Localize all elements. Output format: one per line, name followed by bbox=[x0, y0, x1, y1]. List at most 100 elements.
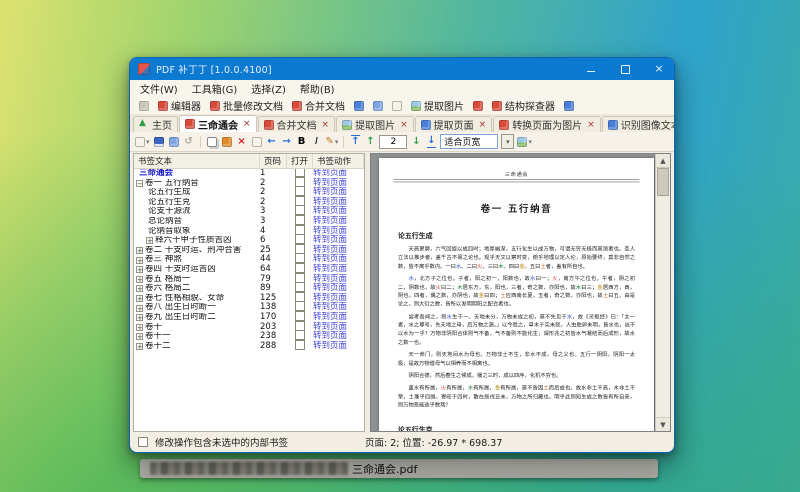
toolbar-button[interactable] bbox=[388, 100, 406, 112]
page-number-input[interactable] bbox=[379, 135, 407, 149]
zoom-select[interactable]: 适合页宽 bbox=[440, 134, 498, 149]
toolbar-button[interactable] bbox=[369, 100, 387, 112]
pdf-preview-area[interactable]: 三命通会 卷一 五行纳音 论五行生成天高寥廓，六气回旋以成四时；地厚幽深，五行化… bbox=[370, 153, 671, 432]
expand-icon[interactable]: + bbox=[136, 257, 143, 264]
italic-button[interactable]: I bbox=[311, 135, 323, 149]
expand-icon[interactable]: + bbox=[136, 305, 143, 312]
expand-icon[interactable]: + bbox=[136, 295, 143, 302]
new-document-button[interactable]: ▾ bbox=[135, 135, 150, 149]
expand-icon[interactable]: + bbox=[136, 314, 143, 321]
toolbar-button[interactable] bbox=[135, 100, 153, 112]
tab-提取页面[interactable]: 提取页面× bbox=[415, 116, 493, 132]
text-color-button[interactable]: ✎▾ bbox=[326, 135, 339, 149]
zoom-dropdown-button[interactable]: ▾ bbox=[501, 134, 514, 149]
scrollbar-thumb[interactable] bbox=[657, 168, 669, 196]
expand-icon[interactable]: + bbox=[136, 285, 143, 292]
expand-icon[interactable]: + bbox=[136, 276, 143, 283]
goto-page-link[interactable]: 转到页面 bbox=[313, 302, 347, 312]
tab-三命通会[interactable]: 三命通会× bbox=[179, 115, 257, 132]
column-header[interactable]: 页码 bbox=[260, 154, 287, 168]
open-checkbox[interactable] bbox=[295, 263, 305, 273]
open-checkbox[interactable] bbox=[295, 330, 305, 340]
vertical-scrollbar[interactable]: ▲ ▼ bbox=[655, 154, 670, 431]
bookmark-row[interactable]: +卷十二288转到页面 bbox=[134, 342, 364, 352]
toolbar-button[interactable] bbox=[350, 100, 368, 112]
scroll-up-button[interactable]: ▲ bbox=[656, 154, 670, 168]
menu-item[interactable]: 文件(W) bbox=[133, 81, 185, 96]
goto-page-link[interactable]: 转到页面 bbox=[313, 341, 347, 351]
column-header[interactable]: 书签文本 bbox=[134, 154, 260, 168]
open-checkbox[interactable] bbox=[295, 177, 305, 187]
toolbar-button[interactable] bbox=[469, 100, 487, 112]
toolbar-button[interactable]: 编辑器 bbox=[154, 97, 205, 114]
close-tab-icon[interactable]: × bbox=[400, 120, 408, 130]
close-tab-icon[interactable]: × bbox=[243, 119, 251, 129]
close-tab-icon[interactable]: × bbox=[587, 120, 595, 130]
previous-page-button[interactable]: ↑ bbox=[364, 135, 376, 149]
expand-icon[interactable]: + bbox=[136, 266, 143, 273]
maximize-button[interactable] bbox=[619, 64, 631, 74]
tab-提取图片[interactable]: 提取图片× bbox=[336, 116, 414, 132]
goto-page-link[interactable]: 转到页面 bbox=[313, 254, 347, 264]
open-checkbox[interactable] bbox=[295, 321, 305, 331]
tab-转换页面为图片[interactable]: 转换页面为图片× bbox=[493, 116, 601, 132]
open-checkbox[interactable] bbox=[295, 253, 305, 263]
goto-page-link[interactable]: 转到页面 bbox=[313, 331, 347, 341]
last-page-button[interactable]: ↓ bbox=[425, 135, 437, 149]
open-checkbox[interactable] bbox=[295, 186, 305, 196]
toolbar-button[interactable]: 批量修改文档 bbox=[206, 97, 287, 114]
close-button[interactable]: × bbox=[653, 64, 665, 74]
toolbar-button[interactable]: 提取图片 bbox=[407, 97, 468, 114]
page-properties-button[interactable] bbox=[251, 135, 263, 149]
bold-button[interactable]: B bbox=[296, 135, 308, 149]
title-bar[interactable]: PDF 补丁丁 [1.0.0.4100] × bbox=[130, 58, 674, 80]
menu-item[interactable]: 工具箱(G) bbox=[185, 81, 245, 96]
tab-合并文档[interactable]: 合并文档× bbox=[258, 116, 336, 132]
open-checkbox[interactable] bbox=[295, 282, 305, 292]
open-checkbox[interactable] bbox=[295, 225, 305, 235]
open-checkbox[interactable] bbox=[295, 215, 305, 225]
open-checkbox[interactable] bbox=[295, 340, 305, 350]
menu-item[interactable]: 帮助(B) bbox=[293, 81, 342, 96]
open-checkbox[interactable] bbox=[295, 311, 305, 321]
tab-识别图像文本[interactable]: 识别图像文本× bbox=[602, 116, 675, 132]
snapshot-button[interactable]: ▾ bbox=[517, 135, 532, 149]
save-button[interactable] bbox=[153, 135, 165, 149]
scroll-down-button[interactable]: ▼ bbox=[656, 417, 670, 431]
goto-page-link[interactable]: 转到页面 bbox=[313, 283, 347, 293]
toolbar-button[interactable]: 结构探查器 bbox=[488, 97, 559, 114]
menu-item[interactable]: 选择(Z) bbox=[244, 81, 293, 96]
open-checkbox[interactable] bbox=[295, 244, 305, 254]
expand-icon[interactable]: + bbox=[136, 247, 143, 254]
expand-icon[interactable]: + bbox=[136, 324, 143, 331]
tab-主页[interactable]: 主页 bbox=[133, 116, 178, 132]
close-tab-icon[interactable]: × bbox=[322, 120, 330, 130]
column-header[interactable]: 打开 bbox=[287, 154, 313, 168]
copy-button[interactable] bbox=[206, 135, 218, 149]
goto-page-link[interactable]: 转到页面 bbox=[313, 206, 347, 216]
include-unselected-checkbox[interactable] bbox=[138, 437, 148, 447]
background-window-titlebar[interactable]: 三命通会.pdf bbox=[140, 459, 658, 478]
open-checkbox[interactable] bbox=[295, 292, 305, 302]
first-page-button[interactable]: ↑ bbox=[349, 135, 361, 149]
save-as-button[interactable] bbox=[168, 135, 180, 149]
back-button[interactable]: ← bbox=[266, 135, 278, 149]
delete-button[interactable]: × bbox=[236, 135, 248, 149]
expand-icon[interactable]: + bbox=[136, 333, 143, 340]
undo-button[interactable]: ↺ bbox=[183, 135, 195, 149]
goto-page-link[interactable]: 转到页面 bbox=[313, 187, 347, 197]
expand-icon[interactable]: + bbox=[136, 343, 143, 350]
open-checkbox[interactable] bbox=[295, 273, 305, 283]
goto-page-link[interactable]: 转到页面 bbox=[313, 216, 347, 226]
open-checkbox[interactable] bbox=[295, 234, 305, 244]
open-checkbox[interactable] bbox=[295, 205, 305, 215]
goto-page-link[interactable]: 转到页面 bbox=[313, 322, 347, 332]
toolbar-button[interactable] bbox=[560, 100, 578, 112]
goto-page-link[interactable]: 转到页面 bbox=[313, 312, 347, 322]
close-tab-icon[interactable]: × bbox=[479, 120, 487, 130]
open-checkbox[interactable] bbox=[295, 301, 305, 311]
column-header[interactable]: 书签动作 bbox=[313, 154, 364, 168]
goto-page-link[interactable]: 转到页面 bbox=[313, 264, 347, 274]
forward-button[interactable]: → bbox=[281, 135, 293, 149]
expand-icon[interactable]: + bbox=[146, 237, 153, 244]
